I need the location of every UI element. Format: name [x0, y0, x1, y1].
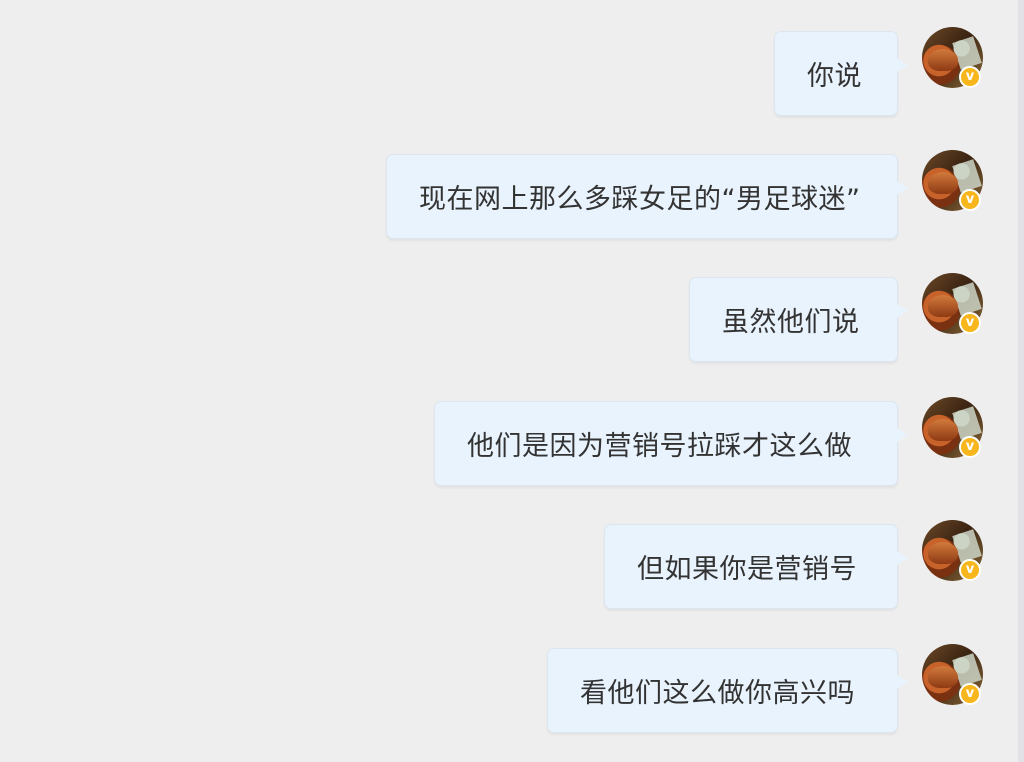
scrollbar[interactable]	[1018, 0, 1024, 762]
message-row: 你说 v	[0, 27, 1024, 117]
message-bubble[interactable]: 你说	[774, 31, 908, 116]
message-bubble[interactable]: 虽然他们说	[689, 277, 908, 362]
message-text: 你说	[807, 61, 862, 92]
chat-window: 你说 v 现在网上那么多踩女足的“男足球迷” v 虽然他们说 v 他们是因为营销…	[0, 0, 1024, 762]
message-bubble[interactable]: 看他们这么做你高兴吗	[547, 648, 908, 733]
message-row: 虽然他们说 v	[0, 273, 1024, 363]
message-text: 虽然他们说	[722, 307, 860, 338]
message-bubble[interactable]: 他们是因为营销号拉踩才这么做	[434, 401, 908, 486]
verified-badge-icon: v	[959, 559, 981, 581]
message-row: 看他们这么做你高兴吗 v	[0, 644, 1024, 734]
message-text: 但如果你是营销号	[637, 554, 857, 585]
verified-badge-icon: v	[959, 189, 981, 211]
message-bubble[interactable]: 现在网上那么多踩女足的“男足球迷”	[386, 154, 908, 239]
verified-badge-icon: v	[959, 683, 981, 705]
message-text: 他们是因为营销号拉踩才这么做	[467, 431, 852, 462]
verified-badge-icon: v	[959, 66, 981, 88]
message-row: 他们是因为营销号拉踩才这么做 v	[0, 397, 1024, 487]
message-row: 但如果你是营销号 v	[0, 520, 1024, 610]
message-row: 现在网上那么多踩女足的“男足球迷” v	[0, 150, 1024, 240]
verified-badge-icon: v	[959, 312, 981, 334]
verified-badge-icon: v	[959, 436, 981, 458]
message-text: 现在网上那么多踩女足的“男足球迷”	[419, 184, 861, 215]
message-bubble[interactable]: 但如果你是营销号	[604, 524, 908, 609]
message-text: 看他们这么做你高兴吗	[580, 678, 855, 709]
